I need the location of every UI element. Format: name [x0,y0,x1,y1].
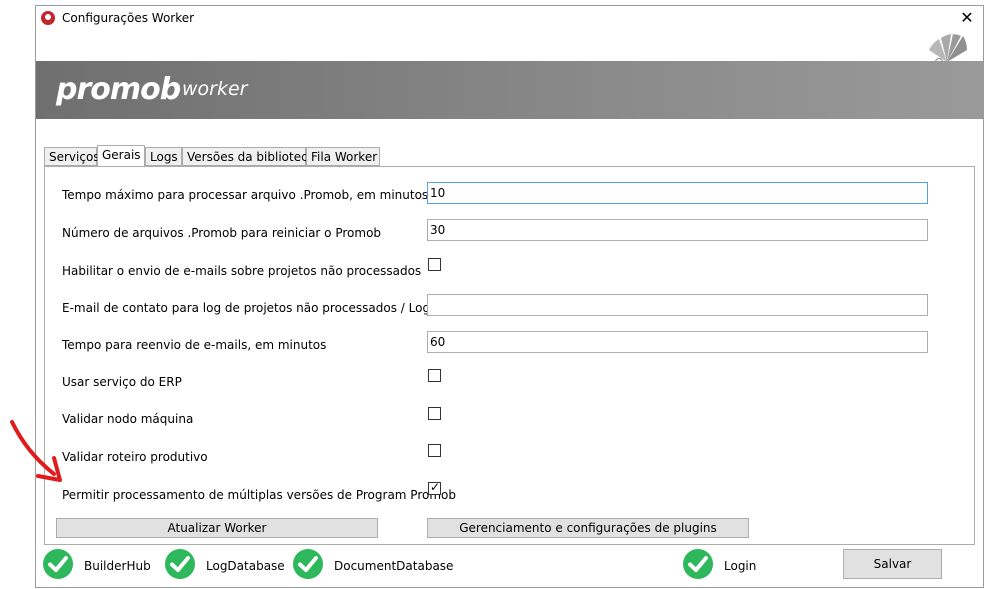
tab-gerais[interactable]: Gerais [97,145,145,167]
promob-app-icon [41,11,55,25]
max-time-input[interactable] [427,182,928,204]
validate-node-checkbox[interactable] [428,407,441,420]
status-label: BuilderHub [84,559,151,573]
gerais-panel: Tempo máximo para processar arquivo .Pro… [44,166,975,545]
erp-service-checkbox[interactable] [428,369,441,382]
tab-fila-worker[interactable]: Fila Worker [306,147,380,166]
logo-promob: promob [56,72,181,107]
enable-email-label: Habilitar o envio de e-mails sobre proje… [62,264,422,278]
status-label: DocumentDatabase [334,559,454,573]
erp-service-label: Usar serviço do ERP [62,375,182,389]
checkmark-icon: ✓ [430,480,441,494]
status-label: LogDatabase [206,559,285,573]
resend-time-input[interactable] [427,331,928,353]
validate-node-label: Validar nodo máquina [62,412,194,426]
close-button[interactable]: ✕ [957,7,977,29]
status-label: Login [724,559,757,573]
enable-email-checkbox[interactable] [428,258,441,271]
tab-servicos[interactable]: Serviços [44,147,100,166]
status-ok-icon [293,549,323,579]
status-ok-icon [683,549,713,579]
window-title: Configurações Worker [62,11,195,25]
contact-email-input[interactable] [427,294,928,316]
resend-time-label: Tempo para reenvio de e-mails, em minuto… [62,338,327,352]
status-ok-icon [165,549,195,579]
restart-count-input[interactable] [427,219,928,241]
update-worker-button[interactable]: Atualizar Worker [56,518,378,538]
settings-window: Configurações Worker ✕ promob worker Ser… [35,5,984,588]
validate-route-checkbox[interactable] [428,444,441,457]
restart-count-label: Número de arquivos .Promob para reinicia… [62,226,382,240]
status-ok-icon [43,549,73,579]
logo-worker: worker [182,78,248,100]
promob-worker-banner: promob worker [36,61,983,119]
plugins-management-button[interactable]: Gerenciamento e configurações de plugins [427,518,749,538]
validate-route-label: Validar roteiro produtivo [62,450,208,464]
max-time-label: Tempo máximo para processar arquivo .Pro… [62,188,429,202]
multi-version-checkbox[interactable]: ✓ [428,480,441,495]
multi-version-label: Permitir processamento de múltiplas vers… [62,488,456,502]
red-arrow-annotation-icon [10,420,62,482]
tab-logs[interactable]: Logs [145,147,182,166]
tab-versoes-biblioteca[interactable]: Versões da biblioteca [182,147,315,166]
contact-email-label: E-mail de contato para log de projetos n… [62,301,442,315]
save-button[interactable]: Salvar [843,549,942,579]
title-bar: Configurações Worker ✕ [36,6,983,32]
